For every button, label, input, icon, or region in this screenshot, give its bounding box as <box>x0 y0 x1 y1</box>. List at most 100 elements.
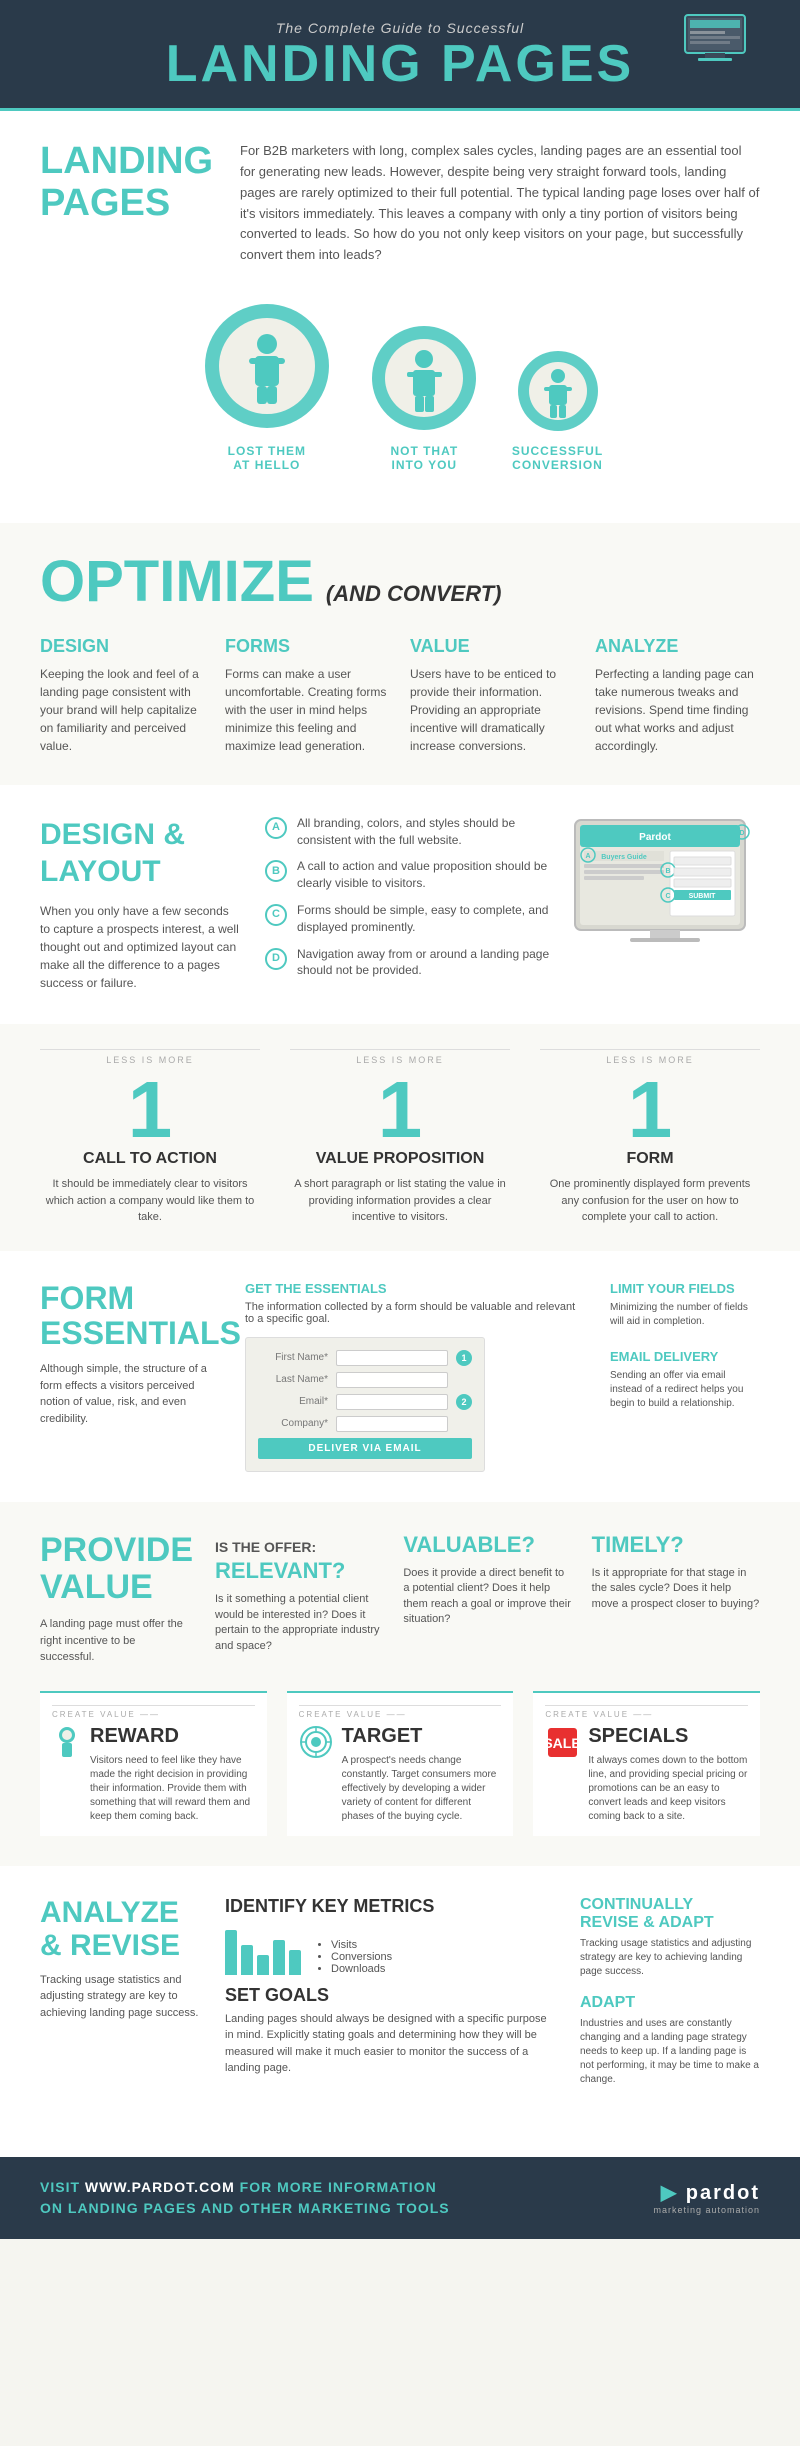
metric-visits: Visits <box>331 1939 392 1951</box>
form-submit-button[interactable]: DELIVER VIA EMAIL <box>258 1438 472 1459</box>
form-field-label-email: Email* <box>258 1396 328 1407</box>
footer-text: VISIT WWW.PARDOT.COM FOR MORE INFORMATIO… <box>40 2177 450 2219</box>
form-get-essentials: GET THE ESSENTIALS <box>245 1281 585 1296</box>
optimize-cols: DESIGN Keeping the look and feel of a la… <box>40 636 760 755</box>
cta-col-title-1: CALL TO ACTION <box>40 1150 260 1168</box>
form-desc: Although simple, the structure of a form… <box>40 1361 220 1427</box>
form-field-email: Email* 2 <box>258 1394 472 1410</box>
set-goals-title: SET GOALS <box>225 1985 555 2006</box>
specials-content: SALE SPECIALS It always comes down to th… <box>545 1725 748 1824</box>
form-field-input-lastname[interactable] <box>336 1372 448 1388</box>
analyze-middle: IDENTIFY KEY METRICS Visits Conversions … <box>225 1896 555 2102</box>
design-point-a: A All branding, colors, and styles shoul… <box>265 815 555 849</box>
target-text-block: TARGET A prospect's needs change constan… <box>342 1725 502 1824</box>
cta-row: LESS IS MORE 1 CALL TO ACTION It should … <box>40 1049 760 1226</box>
value-relevant: RELEVANT? <box>215 1558 345 1583</box>
cta-number-2: 1 <box>290 1070 510 1150</box>
create-value-target: CREATE VALUE —— TARGET A prospect <box>287 1691 514 1836</box>
form-middle: GET THE ESSENTIALS The information colle… <box>245 1281 585 1472</box>
form-email-delivery: EMAIL DELIVERY Sending an offer via emai… <box>610 1349 760 1411</box>
point-badge-c: C <box>265 904 287 926</box>
form-left: FORMESSENTIALS Although simple, the stru… <box>40 1281 220 1472</box>
target-text: A prospect's needs change constantly. Ta… <box>342 1754 502 1824</box>
reward-content: REWARD Visitors need to feel like they h… <box>52 1725 255 1824</box>
optimize-header: OPTIMIZE (AND CONVERT) <box>40 553 760 611</box>
cta-number-1: 1 <box>40 1070 260 1150</box>
value-col-valuable-q: VALUABLE? <box>403 1532 571 1558</box>
optimize-col-design: DESIGN Keeping the look and feel of a la… <box>40 636 205 755</box>
value-questions: IS THE OFFER: RELEVANT? Is it something … <box>215 1532 760 1666</box>
value-title-text: PROVIDEVALUE <box>40 1531 193 1606</box>
form-field-input-email[interactable] <box>336 1394 448 1410</box>
funnel-lost-label: LOST THEMAT HELLO <box>228 444 306 473</box>
monitor-graphic <box>680 10 760 70</box>
analyze-layout: ANALYZE& REVISE Tracking usage statistic… <box>40 1896 760 2102</box>
analyze-metrics-title: IDENTIFY KEY METRICS <box>225 1896 555 1917</box>
funnel-lost: LOST THEMAT HELLO <box>197 296 337 473</box>
design-section: DESIGN &LAYOUT When you only have a few … <box>0 785 800 1024</box>
create-value-row: CREATE VALUE —— REWARD Visitors need to … <box>40 1691 760 1836</box>
analyze-title-text: ANALYZE& REVISE <box>40 1896 180 1962</box>
optimize-col-forms: FORMS Forms can make a user uncomfortabl… <box>225 636 390 755</box>
metric-bar-2 <box>241 1945 253 1975</box>
cta-col-text-1: It should be immediately clear to visito… <box>40 1176 260 1226</box>
svg-text:A: A <box>585 853 590 860</box>
form-field-firstname: First Name* 1 <box>258 1350 472 1366</box>
reward-text-block: REWARD Visitors need to feel like they h… <box>90 1725 255 1824</box>
optimize-col-analyze: ANALYZE Perfecting a landing page can ta… <box>595 636 760 755</box>
analyze-metrics: Visits Conversions Downloads <box>225 1925 555 1975</box>
funnel-notinto: NOT THATINTO YOU <box>367 321 482 473</box>
design-title-text: DESIGN &LAYOUT <box>40 818 185 888</box>
footer-logo: ▶ pardot <box>653 2180 760 2205</box>
analyze-continually: CONTINUALLYREVISE & ADAPT Tracking usage… <box>580 1896 760 1979</box>
analyze-adapt: ADAPT Industries and uses are constantly… <box>580 1994 760 2087</box>
form-field-input-firstname[interactable] <box>336 1350 448 1366</box>
svg-text:C: C <box>665 893 670 900</box>
form-field-num-1: 1 <box>456 1350 472 1366</box>
cta-col-title-2: VALUE PROPOSITION <box>290 1150 510 1168</box>
funnel-circle-success <box>513 346 603 436</box>
cta-col-text-2: A short paragraph or list stating the va… <box>290 1176 510 1226</box>
landing-content: For B2B marketers with long, complex sal… <box>240 141 760 286</box>
metric-bars <box>225 1925 301 1975</box>
optimize-col-forms-text: Forms can make a user uncomfortable. Cre… <box>225 665 390 755</box>
value-left: PROVIDEVALUE A landing page must offer t… <box>40 1532 190 1666</box>
point-text-d: Navigation away from or around a landing… <box>297 946 555 980</box>
form-title: FORMESSENTIALS <box>40 1281 220 1351</box>
form-layout: FORMESSENTIALS Although simple, the stru… <box>40 1281 760 1472</box>
form-get-desc: The information collected by a form shou… <box>245 1301 585 1325</box>
value-timely-text: Is it appropriate for that stage in the … <box>592 1566 760 1612</box>
form-field-label-lastname: Last Name* <box>258 1374 328 1385</box>
form-email-text: Sending an offer via email instead of a … <box>610 1369 760 1411</box>
footer-tagline: marketing automation <box>653 2205 760 2215</box>
reward-text: Visitors need to feel like they have mad… <box>90 1754 255 1824</box>
value-relevant-text: Is it something a potential client would… <box>215 1592 383 1654</box>
metric-conversions: Conversions <box>331 1951 392 1963</box>
point-text-c: Forms should be simple, easy to complete… <box>297 902 555 936</box>
reward-title: REWARD <box>90 1725 255 1748</box>
point-badge-b: B <box>265 860 287 882</box>
form-right: LIMIT YOUR FIELDS Minimizing the number … <box>610 1281 760 1472</box>
value-title: PROVIDEVALUE <box>40 1532 190 1607</box>
analyze-section: ANALYZE& REVISE Tracking usage statistic… <box>0 1866 800 2157</box>
design-point-b: B A call to action and value proposition… <box>265 858 555 892</box>
analyze-desc: Tracking usage statistics and adjusting … <box>40 1972 200 2022</box>
design-point-c: C Forms should be simple, easy to comple… <box>265 902 555 936</box>
analyze-adapt-text: Industries and uses are constantly chang… <box>580 2017 760 2087</box>
point-badge-a: A <box>265 817 287 839</box>
design-layout: DESIGN &LAYOUT When you only have a few … <box>40 815 760 994</box>
value-desc: A landing page must offer the right ince… <box>40 1616 190 1666</box>
header-subtitle: The Complete Guide to Successful <box>40 20 760 36</box>
form-field-input-company[interactable] <box>336 1416 448 1432</box>
form-field-company: Company* <box>258 1416 472 1432</box>
funnel-success: SUCCESSFULCONVERSION <box>512 346 603 473</box>
value-layout: PROVIDEVALUE A landing page must offer t… <box>40 1532 760 1666</box>
landing-section: LANDINGPAGES For B2B marketers with long… <box>0 111 800 523</box>
metric-bar-5 <box>289 1950 301 1975</box>
value-col-timely: TIMELY? Is it appropriate for that stage… <box>592 1532 760 1666</box>
analyze-left: ANALYZE& REVISE Tracking usage statistic… <box>40 1896 200 2102</box>
optimize-col-forms-title: FORMS <box>225 636 390 657</box>
analyze-continually-title: CONTINUALLYREVISE & ADAPT <box>580 1896 760 1932</box>
value-col-timely-q: TIMELY? <box>592 1532 760 1558</box>
form-field-label-firstname: First Name* <box>258 1352 328 1363</box>
